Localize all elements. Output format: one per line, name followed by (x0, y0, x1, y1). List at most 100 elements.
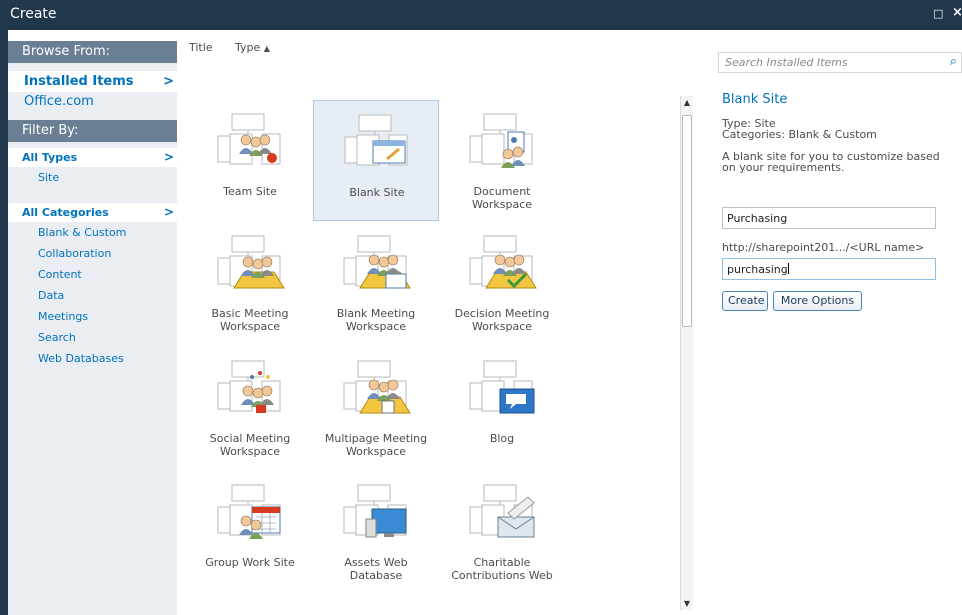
close-icon[interactable]: × (952, 5, 962, 20)
sidebar: Browse From: Installed Items > Office.co… (8, 41, 177, 615)
gallery-scrollbar[interactable]: ▲ ▼ (680, 96, 693, 610)
template-label: Document Workspace (439, 185, 565, 211)
template-label-line: Group Work Site (205, 556, 295, 569)
url-name-value: purchasing (727, 263, 788, 276)
template-label-line: Workspace (471, 320, 533, 333)
template-tile[interactable]: Charitable Contributions Web (439, 471, 565, 592)
template-label-line: Workspace (471, 198, 533, 211)
search-installed-items[interactable]: Search Installed Items ⌕ (718, 52, 962, 73)
search-placeholder: Search Installed Items (725, 56, 848, 69)
url-name-field[interactable]: purchasing (722, 258, 936, 280)
assets-database-icon (342, 483, 414, 541)
blank-site-icon (343, 113, 415, 171)
template-label: Blank Site (314, 186, 440, 199)
template-label-line: Charitable (473, 556, 531, 569)
template-label-line: Assets Web (344, 556, 408, 569)
basic-meeting-icon (216, 234, 288, 292)
filter-all-types-label: All Types (22, 151, 78, 164)
chevron-right-icon: > (163, 150, 174, 164)
template-label-line: Contributions Web (451, 569, 553, 582)
template-label-line: Database (349, 569, 403, 582)
template-label-line: Decision Meeting (454, 307, 550, 320)
dialog-frame (0, 30, 8, 615)
category-search[interactable]: Search (8, 327, 177, 348)
template-label: Social Meeting Workspace (187, 432, 313, 458)
filter-type-site[interactable]: Site (8, 167, 177, 188)
template-label-line: Document (473, 185, 531, 198)
category-data[interactable]: Data (8, 285, 177, 306)
search-icon[interactable]: ⌕ (950, 54, 957, 69)
template-label: Assets Web Database (313, 556, 439, 582)
scroll-down-icon[interactable]: ▼ (681, 599, 693, 608)
template-label: Charitable Contributions Web (439, 556, 565, 582)
template-tile[interactable]: Social Meeting Workspace (187, 347, 313, 468)
template-tile[interactable]: Blog (439, 347, 565, 468)
template-label: Multipage Meeting Workspace (313, 432, 439, 458)
sort-ascending-icon: ▲ (263, 44, 270, 53)
category-blank-custom[interactable]: Blank & Custom (8, 222, 177, 243)
template-label: Team Site (187, 185, 313, 198)
template-tile[interactable]: Basic Meeting Workspace (187, 222, 313, 343)
template-label-line: Workspace (219, 320, 281, 333)
template-tile[interactable]: Assets Web Database (313, 471, 439, 592)
filter-all-types[interactable]: All Types > (8, 148, 177, 167)
team-site-icon (216, 112, 288, 170)
template-tile[interactable]: Blank Site (313, 100, 439, 221)
template-tile[interactable]: Document Workspace (439, 100, 565, 221)
template-label-line: Basic Meeting (211, 307, 289, 320)
multipage-meeting-icon (342, 359, 414, 417)
scroll-up-icon[interactable]: ▲ (681, 98, 693, 107)
template-label: Decision Meeting Workspace (439, 307, 565, 333)
create-button[interactable]: Create (722, 291, 768, 311)
template-label-line: Blank Site (349, 186, 405, 199)
template-tile[interactable]: Multipage Meeting Workspace (313, 347, 439, 468)
chevron-right-icon: > (163, 74, 174, 89)
browse-office-com[interactable]: Office.com (8, 92, 177, 112)
category-collaboration[interactable]: Collaboration (8, 243, 177, 264)
template-label-line: Social Meeting (209, 432, 291, 445)
template-label-line: Workspace (345, 320, 407, 333)
maximize-icon[interactable]: □ (933, 7, 943, 20)
browse-installed-items[interactable]: Installed Items > (8, 71, 177, 92)
browse-installed-label: Installed Items (24, 74, 134, 89)
blog-icon (468, 359, 540, 417)
document-workspace-icon (468, 112, 540, 170)
sort-by-title[interactable]: Title (189, 41, 213, 54)
template-label-line: Workspace (345, 445, 407, 458)
template-label-line: Workspace (219, 445, 281, 458)
template-tile[interactable]: Team Site (187, 100, 313, 221)
text-cursor (787, 263, 789, 274)
template-label: Blank Meeting Workspace (313, 307, 439, 333)
template-tile[interactable]: Blank Meeting Workspace (313, 222, 439, 343)
category-content[interactable]: Content (8, 264, 177, 285)
template-label-line: Team Site (223, 185, 277, 198)
sort-by-type[interactable]: Type ▲ (235, 41, 270, 54)
template-tile[interactable]: Group Work Site (187, 471, 313, 592)
template-label: Basic Meeting Workspace (187, 307, 313, 333)
charitable-contributions-icon (468, 483, 540, 541)
dialog-titlebar: Create □ × (0, 0, 962, 30)
template-label-line: Blank Meeting (336, 307, 416, 320)
filter-heading: Filter By: (8, 120, 177, 142)
details-description-line-2: on your requirements. (722, 161, 845, 174)
filter-all-categories-label: All Categories (22, 206, 109, 219)
filter-all-categories[interactable]: All Categories > (8, 203, 177, 222)
template-label: Group Work Site (187, 556, 313, 569)
more-options-button[interactable]: More Options (773, 291, 862, 311)
site-title-field[interactable]: Purchasing (722, 207, 936, 229)
template-label-line: Multipage Meeting (324, 432, 428, 445)
scrollbar-thumb[interactable] (682, 115, 692, 327)
template-label: Blog (439, 432, 565, 445)
group-work-icon (216, 483, 288, 541)
template-label-line: Blog (489, 432, 515, 445)
browse-heading: Browse From: (8, 41, 177, 63)
blank-meeting-icon (342, 234, 414, 292)
decision-meeting-icon (468, 234, 540, 292)
template-tile[interactable]: Decision Meeting Workspace (439, 222, 565, 343)
category-meetings[interactable]: Meetings (8, 306, 177, 327)
dialog-title: Create (10, 6, 57, 22)
category-web-databases[interactable]: Web Databases (8, 348, 177, 369)
social-meeting-icon (216, 359, 288, 417)
chevron-right-icon: > (163, 205, 174, 219)
sort-by-type-label: Type (235, 41, 261, 54)
